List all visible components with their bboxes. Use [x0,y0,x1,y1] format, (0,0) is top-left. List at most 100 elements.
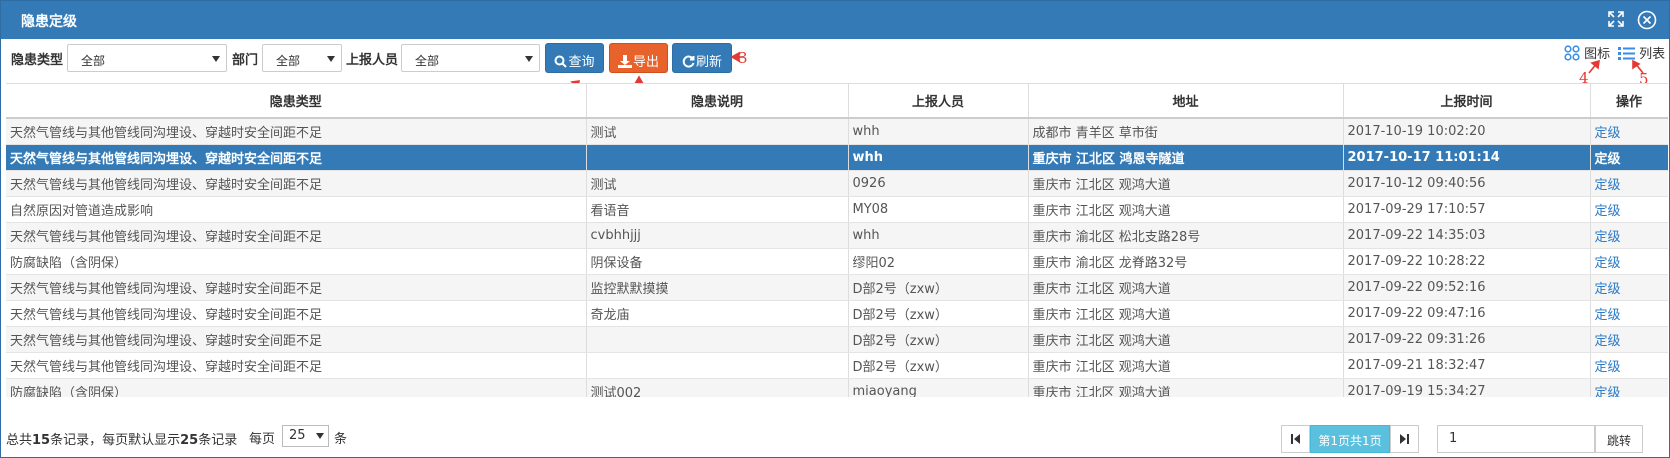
reporter-cell: D部2号（zxw） [848,300,1029,327]
hazard-type-cell: 天然气管线与其他管线同沟埋设、穿越时安全间距不足 [6,352,587,379]
report-time-cell: 2017-10-19 10:02:20 [1343,118,1591,145]
column-header-description[interactable]: 隐患说明 [586,84,849,119]
reporter-cell: miaoyang [848,378,1029,397]
jump-button-label: 跳转 [1606,434,1631,448]
grade-link[interactable]: 定级 [1590,248,1668,275]
reporter-cell: 0926 [848,170,1029,197]
reporter-cell: whh [848,222,1029,249]
reporter-cell: whh [848,144,1029,171]
address-cell: 重庆市 江北区 观鸿大道 [1028,196,1344,223]
address-cell: 重庆市 江北区 观鸿大道 [1028,170,1344,197]
address-cell: 重庆市 江北区 鸿恩寺隧道 [1028,144,1344,171]
per-page-unit: 条 [334,432,348,447]
column-header-report-time[interactable]: 上报时间 [1343,84,1591,119]
grade-link[interactable]: 定级 [1590,300,1668,327]
page-size-value: 25 [289,428,306,443]
grade-link[interactable]: 定级 [1590,352,1668,379]
description-cell: 监控默默摸摸 [586,274,849,301]
hazard-type-cell: 天然气管线与其他管线同沟埋设、穿越时安全间距不足 [6,170,587,197]
reporter-cell: D部2号（zxw） [848,326,1029,353]
page-indicator: 第1页共1页 [1310,425,1390,453]
grade-link[interactable]: 定级 [1590,326,1668,353]
jump-page-value: 1 [1449,431,1458,446]
hazard-type-cell: 防腐缺陷（含阴保） [6,378,587,397]
report-time-cell: 2017-09-19 15:34:27 [1343,378,1591,397]
jump-page-input[interactable]: 1 [1437,425,1595,453]
table-row[interactable]: 天然气管线与其他管线同沟埋设、穿越时安全间距不足 测试 whh 成都市 青羊区 草市街… [6,118,1668,145]
address-cell: 重庆市 江北区 观鸿大道 [1028,378,1344,397]
hazard-type-cell: 自然原因对管道造成影响 [6,196,587,223]
report-time-cell: 2017-09-29 17:10:57 [1343,196,1591,223]
description-cell [586,352,849,379]
grade-link[interactable]: 定级 [1590,170,1668,197]
column-header-reporter[interactable]: 上报人员 [848,84,1029,119]
report-time-cell: 2017-09-21 18:32:47 [1343,352,1591,379]
report-time-cell: 2017-10-17 11:01:14 [1343,144,1591,171]
reporter-cell: MY08 [848,196,1029,223]
column-header-hazard-type[interactable]: 隐患类型 [6,84,587,119]
address-cell: 重庆市 江北区 观鸿大道 [1028,300,1344,327]
summary-suffix: 条记录 [198,433,238,448]
hazard-table: 隐患类型 隐患说明 上报人员 地址 上报时间 操作 天然气管线与其他管线同沟埋设… [6,83,1668,397]
chevron-down-icon [316,433,324,439]
table-row[interactable]: 自然原因对管道造成影响 看语音 MY08 重庆市 江北区 观鸿大道 2017-09-29… [6,196,1668,223]
table-row[interactable]: 防腐缺陷（含阴保） 测试002 miaoyang 重庆市 江北区 观鸿大道 2017-0… [6,378,1668,397]
report-time-cell: 2017-09-22 09:47:16 [1343,300,1591,327]
summary-prefix: 总共 [6,433,33,448]
table-row[interactable]: 天然气管线与其他管线同沟埋设、穿越时安全间距不足 whh 重庆市 江北区 鸿恩寺隧道… [6,144,1668,171]
hazard-type-cell: 天然气管线与其他管线同沟埋设、穿越时安全间距不足 [6,118,587,145]
hazard-type-cell: 天然气管线与其他管线同沟埋设、穿越时安全间距不足 [6,144,587,171]
first-page-icon [1291,434,1300,444]
description-cell: cvbhhjjj [586,222,849,249]
grade-link[interactable]: 定级 [1590,118,1668,145]
hazard-type-cell: 天然气管线与其他管线同沟埋设、穿越时安全间距不足 [6,300,587,327]
grade-link[interactable]: 定级 [1590,144,1668,171]
table-row[interactable]: 天然气管线与其他管线同沟埋设、穿越时安全间距不足 测试 0926 重庆市 江北区 观鸿… [6,170,1668,197]
report-time-cell: 2017-09-22 10:28:22 [1343,248,1591,275]
reporter-cell: D部2号（zxw） [848,274,1029,301]
record-summary: 总共15条记录，每页默认显示25条记录 [6,429,237,448]
annotation-label-3: 3 [738,49,748,67]
report-time-cell: 2017-09-22 14:35:03 [1343,222,1591,249]
summary-mid: 条记录，每页默认显示 [50,433,181,448]
grade-link[interactable]: 定级 [1590,196,1668,223]
address-cell: 重庆市 渝北区 龙脊路32号 [1028,248,1344,275]
description-cell: 测试 [586,118,849,145]
description-cell [586,326,849,353]
table-row[interactable]: 天然气管线与其他管线同沟埋设、穿越时安全间距不足 奇龙庙 D部2号（zxw） 重庆市 … [6,300,1668,327]
reporter-cell: whh [848,118,1029,145]
grade-link[interactable]: 定级 [1590,274,1668,301]
first-page-button[interactable] [1281,425,1310,453]
hazard-type-cell: 天然气管线与其他管线同沟埋设、穿越时安全间距不足 [6,274,587,301]
report-time-cell: 2017-10-12 09:40:56 [1343,170,1591,197]
address-cell: 重庆市 江北区 观鸿大道 [1028,326,1344,353]
address-cell: 成都市 青羊区 草市街 [1028,118,1344,145]
reporter-cell: D部2号（zxw） [848,352,1029,379]
hazard-grading-window: 隐患定级 隐患类型 全部 部门 全部 上报人员 全部 查询 导出 刷新 图标 列… [0,0,1670,458]
grade-link[interactable]: 定级 [1590,222,1668,249]
report-time-cell: 2017-09-22 09:52:16 [1343,274,1591,301]
table-row[interactable]: 天然气管线与其他管线同沟埋设、穿越时安全间距不足 cvbhhjjj whh 重庆市 渝… [6,222,1668,249]
address-cell: 重庆市 江北区 观鸿大道 [1028,352,1344,379]
address-cell: 重庆市 江北区 观鸿大道 [1028,274,1344,301]
per-page-default: 25 [180,433,199,448]
last-page-icon [1400,434,1409,444]
per-page-label: 每页 [249,432,276,447]
page-size-select[interactable]: 25 [282,425,329,447]
last-page-button[interactable] [1390,425,1419,453]
total-count: 15 [32,433,51,448]
description-cell: 阴保设备 [586,248,849,275]
jump-button[interactable]: 跳转 [1595,425,1643,453]
address-cell: 重庆市 渝北区 松北支路28号 [1028,222,1344,249]
report-time-cell: 2017-09-22 09:31:26 [1343,326,1591,353]
hazard-type-cell: 天然气管线与其他管线同沟埋设、穿越时安全间距不足 [6,222,587,249]
table-row[interactable]: 天然气管线与其他管线同沟埋设、穿越时安全间距不足 D部2号（zxw） 重庆市 江北区… [6,352,1668,379]
table-row[interactable]: 天然气管线与其他管线同沟埋设、穿越时安全间距不足 监控默默摸摸 D部2号（zxw）重… [6,274,1668,301]
grade-link[interactable]: 定级 [1590,378,1668,397]
description-cell: 看语音 [586,196,849,223]
table-row[interactable]: 防腐缺陷（含阴保） 阴保设备 缪阳02 重庆市 渝北区 龙脊路32号 2017-09-2… [6,248,1668,275]
description-cell: 测试 [586,170,849,197]
table-row[interactable]: 天然气管线与其他管线同沟埋设、穿越时安全间距不足 D部2号（zxw） 重庆市 江北区… [6,326,1668,353]
column-header-address[interactable]: 地址 [1028,84,1344,119]
description-cell: 奇龙庙 [586,300,849,327]
